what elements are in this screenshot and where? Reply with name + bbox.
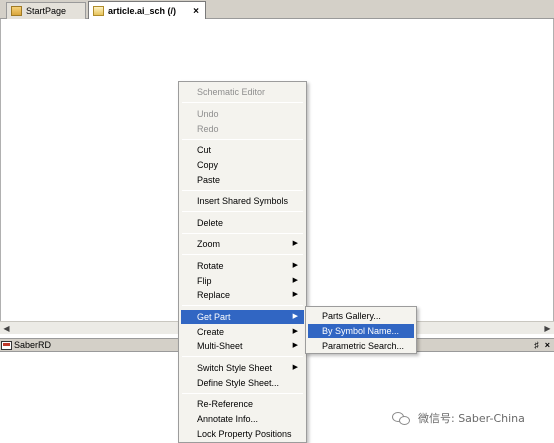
document-tab-strip: StartPage article.ai_sch (/) × (0, 0, 554, 20)
submenu-item-parts-gallery[interactable]: Parts Gallery... (308, 309, 414, 323)
get-part-submenu: Parts Gallery... By Symbol Name... Param… (305, 306, 417, 354)
submenu-arrow-icon: ▶ (292, 313, 298, 320)
menu-divider (182, 254, 303, 255)
saberrd-app-icon (1, 340, 12, 350)
scroll-right-icon[interactable]: ▶ (541, 322, 554, 334)
menu-item-get-part[interactable]: Get Part ▶ (181, 310, 304, 324)
watermark: 微信号: Saber-China (392, 410, 525, 426)
menu-divider (182, 139, 303, 140)
menu-item-define-style-sheet[interactable]: Define Style Sheet... (181, 376, 304, 390)
schematic-icon (93, 6, 104, 16)
menu-item-re-reference[interactable]: Re-Reference (181, 397, 304, 411)
menu-item-create[interactable]: Create ▶ (181, 325, 304, 339)
menu-item-paste[interactable]: Paste (181, 173, 304, 187)
menu-divider (182, 233, 303, 234)
menu-divider (182, 305, 303, 306)
menu-item-copy[interactable]: Copy (181, 158, 304, 172)
tab-article-schematic[interactable]: article.ai_sch (/) × (88, 1, 206, 20)
wechat-icon (392, 410, 412, 426)
menu-item-label: Zoom (197, 239, 221, 249)
tab-label: StartPage (26, 6, 67, 16)
menu-divider (182, 211, 303, 212)
menu-item-label: Multi-Sheet (197, 341, 243, 351)
pin-icon[interactable]: ♯ (534, 340, 539, 350)
tab-label: article.ai_sch (/) (108, 6, 177, 16)
close-pane-icon[interactable]: × (545, 340, 550, 350)
menu-item-lock-property-positions[interactable]: Lock Property Positions (181, 427, 304, 441)
menu-item-replace[interactable]: Replace ▶ (181, 288, 304, 302)
menu-divider (182, 356, 303, 357)
menu-divider (182, 190, 303, 191)
submenu-arrow-icon: ▶ (292, 291, 298, 298)
menu-item-multi-sheet[interactable]: Multi-Sheet ▶ (181, 339, 304, 353)
scroll-left-icon[interactable]: ◀ (0, 322, 13, 334)
menu-item-delete[interactable]: Delete (181, 216, 304, 230)
menu-item-insert-shared-symbols[interactable]: Insert Shared Symbols (181, 194, 304, 208)
submenu-item-parametric-search[interactable]: Parametric Search... (308, 339, 414, 353)
menu-item-undo[interactable]: Undo (181, 107, 304, 121)
submenu-arrow-icon: ▶ (292, 328, 298, 335)
submenu-arrow-icon: ▶ (292, 262, 298, 269)
menu-item-redo[interactable]: Redo (181, 122, 304, 136)
context-menu: Schematic Editor Undo Redo Cut Copy Past… (178, 81, 307, 443)
close-tab-icon[interactable]: × (193, 6, 199, 17)
menu-item-label: Flip (197, 276, 212, 286)
submenu-arrow-icon: ▶ (292, 342, 298, 349)
submenu-arrow-icon: ▶ (292, 240, 298, 247)
menu-item-flip[interactable]: Flip ▶ (181, 274, 304, 288)
menu-item-zoom[interactable]: Zoom ▶ (181, 237, 304, 251)
submenu-item-by-symbol-name[interactable]: By Symbol Name... (308, 324, 414, 338)
menu-item-label: Rotate (197, 261, 224, 271)
submenu-arrow-icon: ▶ (292, 277, 298, 284)
tab-startpage[interactable]: StartPage (6, 2, 86, 19)
menu-item-label: Switch Style Sheet (197, 363, 273, 373)
menu-divider (182, 102, 303, 103)
menu-item-switch-style-sheet[interactable]: Switch Style Sheet ▶ (181, 361, 304, 375)
pane-title: SaberRD (14, 340, 52, 350)
menu-header-schematic-editor: Schematic Editor (197, 87, 266, 97)
menu-item-rotate[interactable]: Rotate ▶ (181, 259, 304, 273)
menu-item-label: Create (197, 327, 225, 337)
menu-item-label: Get Part (197, 312, 231, 322)
submenu-arrow-icon: ▶ (292, 364, 298, 371)
page-icon (11, 6, 22, 16)
menu-item-annotate-info[interactable]: Annotate Info... (181, 412, 304, 426)
watermark-text: 微信号: Saber-China (418, 412, 525, 425)
menu-item-label: Replace (197, 290, 231, 300)
menu-divider (182, 393, 303, 394)
menu-item-cut[interactable]: Cut (181, 143, 304, 157)
